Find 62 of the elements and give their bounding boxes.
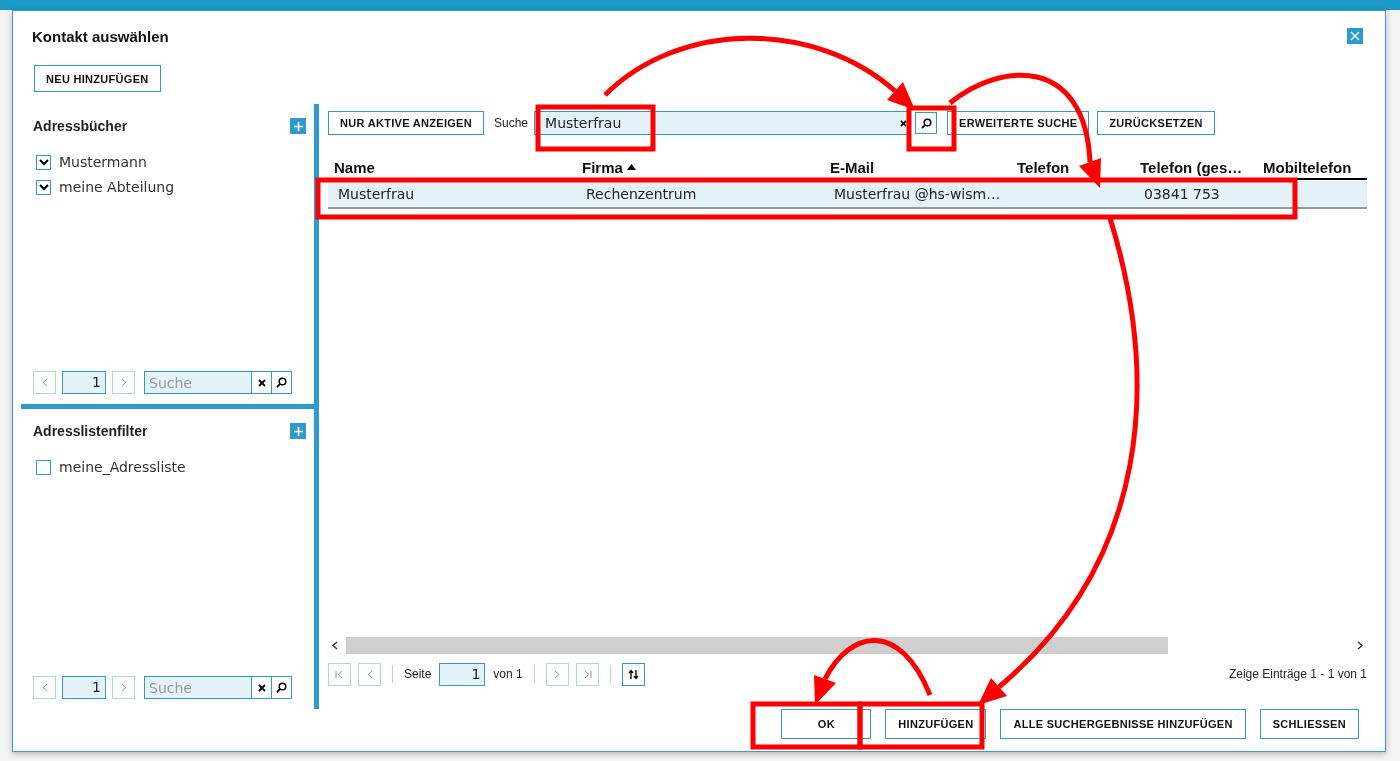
last-page-icon — [582, 669, 592, 679]
dialog-title: Kontakt auswählen — [32, 27, 169, 45]
search-icon — [920, 117, 932, 129]
panel-title: Adressbücher — [33, 118, 128, 134]
dialog-button[interactable]: OK — [781, 709, 872, 739]
search-button[interactable] — [915, 112, 938, 134]
dialog-button[interactable]: ALLE SUCHERGEBNISSE HINZUFÜGEN — [1000, 709, 1246, 739]
checkbox[interactable] — [36, 459, 51, 475]
page-field[interactable]: 1 — [62, 371, 106, 394]
chevron-right-icon — [120, 378, 127, 387]
column-header[interactable]: E-Mail — [824, 158, 1011, 176]
add-icon[interactable] — [290, 118, 306, 134]
highlight-frame — [906, 105, 957, 152]
search-label: Suche — [494, 116, 529, 130]
clear-icon[interactable] — [251, 371, 271, 394]
swap-arrows-icon — [627, 668, 639, 680]
dialog-button[interactable]: SCHLIESSEN — [1259, 709, 1359, 739]
column-header[interactable]: Mobiltelefon — [1257, 158, 1368, 176]
scroll-left-icon[interactable] — [332, 641, 338, 650]
chevron-right-icon — [554, 669, 561, 679]
search-field[interactable]: Suche — [144, 676, 251, 699]
chevron-left-icon — [41, 683, 48, 692]
page-field[interactable]: 1 — [62, 676, 106, 699]
advanced-search-button[interactable]: ERWEITERTE SUCHE — [947, 111, 1090, 135]
entries-summary: Zeige Einträge 1 - 1 von 1 — [1228, 667, 1367, 681]
checkbox[interactable] — [36, 154, 51, 170]
checkmark-icon — [38, 158, 49, 166]
close-button[interactable] — [1347, 28, 1363, 44]
checkbox[interactable] — [36, 179, 51, 195]
table-cell: Musterfrau @hs-wism… — [834, 186, 1001, 202]
search-icon[interactable] — [271, 371, 292, 394]
first-page-icon — [335, 669, 344, 679]
checkmark-icon — [38, 183, 49, 191]
table-cell: 03841 753 — [1144, 186, 1220, 202]
add-icon[interactable] — [290, 423, 306, 439]
table-cell: Rechenzentrum — [586, 186, 697, 202]
column-header[interactable]: Firma — [576, 158, 824, 176]
column-header[interactable]: Name — [328, 158, 576, 176]
table-row[interactable]: Musterfrau Rechenzentrum Musterfrau @hs-wism… 03841 753 — [328, 181, 1367, 209]
column-header[interactable]: Telefon (ges… — [1134, 158, 1257, 176]
active-only-button[interactable]: NUR AKTIVE ANZEIGEN — [328, 111, 484, 135]
sort-ascending-icon — [626, 164, 636, 170]
search-field[interactable]: Suche — [144, 371, 251, 394]
list-item-label[interactable]: Mustermann — [59, 154, 147, 170]
panel-title: Adresslistenfilter — [33, 423, 148, 439]
page-field[interactable]: 1 — [439, 662, 486, 686]
refresh-button[interactable] — [621, 662, 645, 686]
clear-icon[interactable] — [251, 676, 271, 699]
dialog-button[interactable]: HINZUFÜGEN — [885, 709, 987, 739]
list-item-label[interactable]: meine Abteilung — [59, 179, 175, 195]
reset-button[interactable]: ZURÜCKSETZEN — [1097, 111, 1215, 135]
chevron-right-icon — [120, 683, 127, 692]
chevron-left-icon — [41, 378, 48, 387]
scroll-right-icon[interactable] — [1357, 641, 1363, 650]
search-icon[interactable] — [271, 676, 292, 699]
table-cell: Musterfrau — [338, 186, 415, 202]
new-button[interactable]: NEU HINZUFÜGEN — [34, 65, 161, 92]
page-count: von 1 — [493, 667, 523, 681]
chevron-left-icon — [366, 669, 373, 679]
column-header[interactable]: Telefon — [1011, 158, 1134, 176]
page-label: Seite — [404, 667, 432, 681]
list-item-label[interactable]: meine_Adressliste — [59, 459, 186, 475]
